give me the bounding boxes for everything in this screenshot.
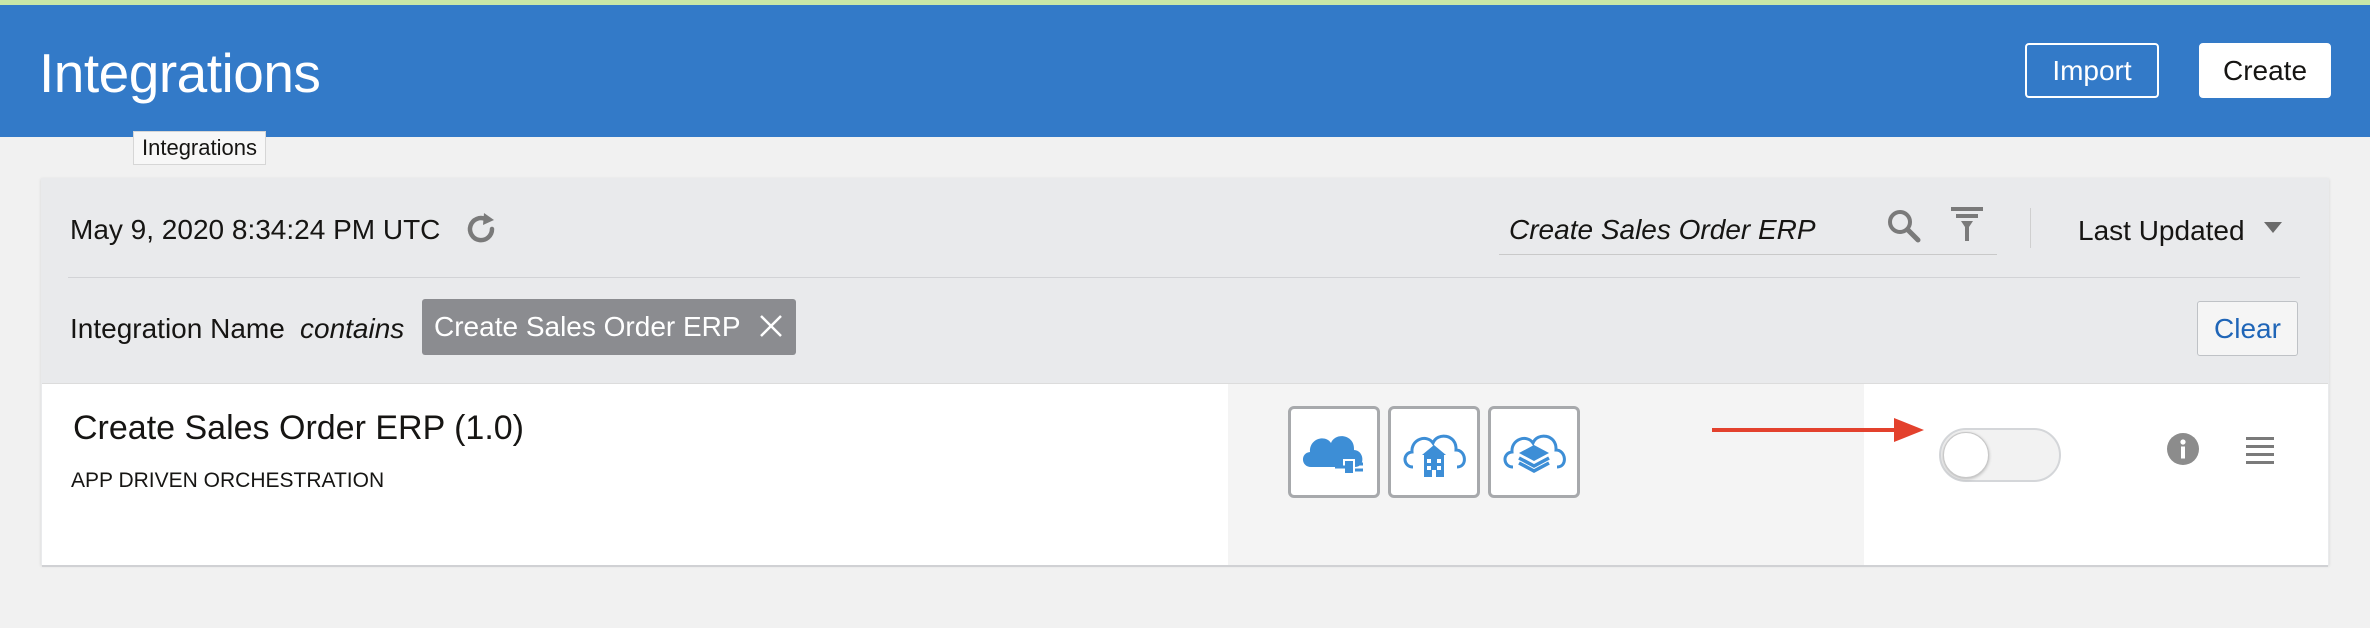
search-icon[interactable] <box>1884 206 1924 246</box>
integration-name[interactable]: Create Sales Order ERP (1.0) <box>73 409 524 448</box>
annotation-arrow <box>1712 418 1924 442</box>
import-button[interactable]: Import <box>2025 43 2159 98</box>
page-title: Integrations <box>39 42 321 104</box>
create-button[interactable]: Create <box>2199 43 2331 98</box>
filter-chip-label: Create Sales Order ERP <box>434 311 741 342</box>
filter-operator-label: contains <box>300 313 405 344</box>
cloud-building-icon <box>1403 434 1466 477</box>
filter-icon[interactable] <box>1947 204 1987 244</box>
toolbar-divider <box>2030 208 2031 248</box>
clear-filters-button[interactable]: Clear <box>2197 301 2298 356</box>
search-input-value[interactable]: Create Sales Order ERP <box>1509 214 1816 246</box>
last-refresh-timestamp: May 9, 2020 8:34:24 PM UTC <box>70 214 441 245</box>
filter-chip: Create Sales Order ERP <box>422 299 796 355</box>
cloud-adapter-icon <box>1302 436 1363 475</box>
title-tooltip: Integrations <box>133 131 266 165</box>
integrations-panel: May 9, 2020 8:34:24 PM UTC Create Sales … <box>41 178 2329 567</box>
hamburger-menu-icon[interactable] <box>2244 434 2276 466</box>
toggle-knob <box>1943 432 1989 478</box>
page-header: Integrations Import Create <box>0 5 2370 137</box>
sort-dropdown[interactable]: Last Updated <box>2078 215 2245 247</box>
section-divider <box>68 277 2300 278</box>
info-icon[interactable] <box>2166 432 2200 466</box>
chevron-down-icon[interactable] <box>2264 222 2282 233</box>
integration-type: APP DRIVEN ORCHESTRATION <box>71 469 385 492</box>
cloud-layers-icon <box>1503 434 1566 473</box>
refresh-icon[interactable] <box>462 210 500 248</box>
close-icon[interactable] <box>758 313 784 339</box>
activate-toggle[interactable] <box>1939 428 2061 482</box>
connection-trigger[interactable] <box>1288 406 1380 498</box>
integration-row[interactable]: Create Sales Order ERP (1.0) APP DRIVEN … <box>42 383 2328 567</box>
connection-invoke-1[interactable] <box>1388 406 1480 498</box>
filter-field-label: Integration Name <box>70 313 285 344</box>
connection-invoke-2[interactable] <box>1488 406 1580 498</box>
